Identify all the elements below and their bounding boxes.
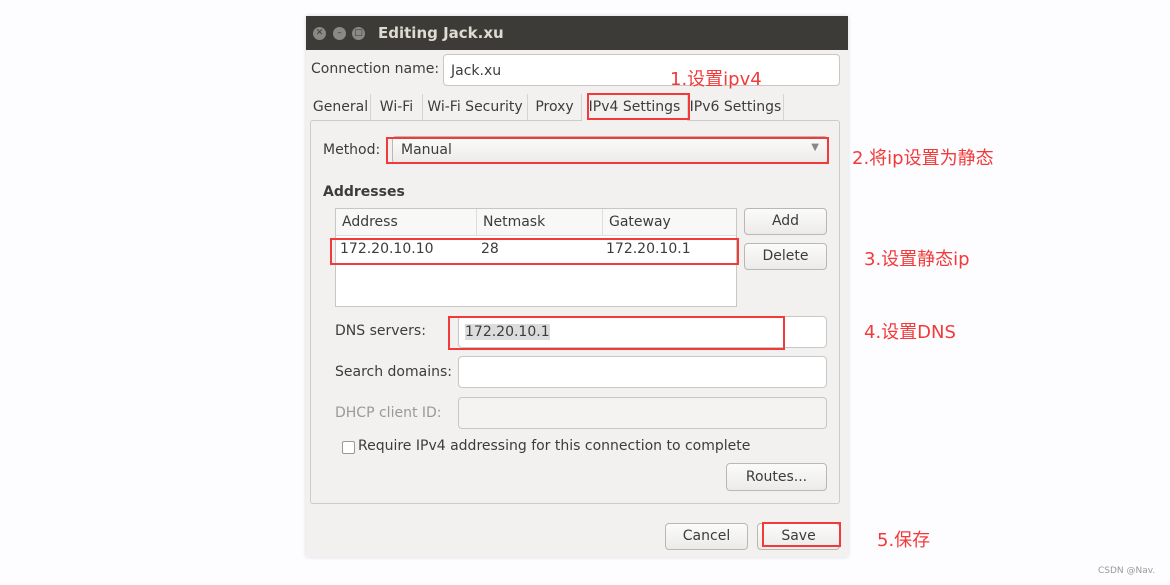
watermark: CSDN @Nav. xyxy=(1098,566,1156,576)
annotation-5: 5.保存 xyxy=(877,530,931,551)
maximize-icon[interactable]: □ xyxy=(352,27,365,40)
column-header[interactable]: Gateway xyxy=(602,209,736,235)
tab-ipv6-settings[interactable]: IPv6 Settings xyxy=(688,94,784,120)
tab-wifi[interactable]: Wi-Fi xyxy=(371,94,423,120)
require-ipv4-label: Require IPv4 addressing for this connect… xyxy=(358,438,751,454)
search-domains-input[interactable] xyxy=(458,356,827,388)
dhcp-client-id-label: DHCP client ID: xyxy=(335,405,442,421)
highlight-address-row xyxy=(330,238,739,265)
addresses-heading: Addresses xyxy=(323,184,405,200)
routes-button[interactable]: Routes... xyxy=(726,463,827,491)
cancel-button[interactable]: Cancel xyxy=(665,523,748,550)
method-label: Method: xyxy=(323,142,381,158)
close-icon[interactable]: ✕ xyxy=(313,27,326,40)
connection-name-label: Connection name: xyxy=(311,61,440,77)
column-header[interactable]: Netmask xyxy=(476,209,602,235)
tab-proxy[interactable]: Proxy xyxy=(528,94,582,120)
connection-name-input[interactable]: Jack.xu xyxy=(443,54,840,86)
tab-general[interactable]: General xyxy=(311,94,371,120)
annotation-3: 3.设置静态ip xyxy=(864,249,970,270)
add-button[interactable]: Add xyxy=(744,208,827,235)
window-title: Editing Jack.xu xyxy=(378,24,504,42)
highlight-ipv4-tab xyxy=(587,93,690,120)
highlight-dns xyxy=(448,316,785,350)
dhcp-client-id-input[interactable] xyxy=(458,397,827,429)
tab-wifi-security[interactable]: Wi-Fi Security xyxy=(423,94,528,120)
annotation-4: 4.设置DNS xyxy=(864,322,956,343)
annotation-1: 1.设置ipv4 xyxy=(670,69,762,90)
minimize-icon[interactable]: – xyxy=(333,27,346,40)
highlight-save xyxy=(762,522,841,547)
require-ipv4-checkbox[interactable] xyxy=(342,441,355,454)
search-domains-label: Search domains: xyxy=(335,364,452,380)
highlight-method xyxy=(386,137,829,164)
annotation-2: 2.将ip设置为静态 xyxy=(852,148,994,169)
delete-button[interactable]: Delete xyxy=(744,243,827,270)
dns-label: DNS servers: xyxy=(335,323,426,339)
column-header[interactable]: Address xyxy=(342,214,398,230)
